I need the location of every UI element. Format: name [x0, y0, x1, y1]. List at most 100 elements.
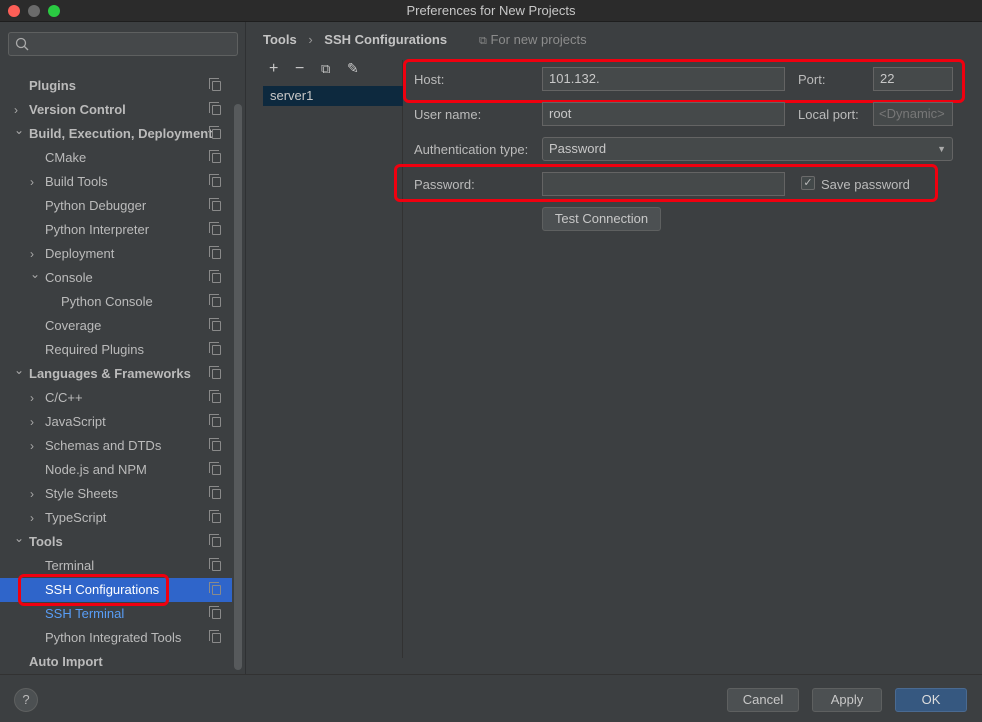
project-scope-icon [209, 102, 221, 115]
sidebar-item-python-integrated-tools[interactable]: Python Integrated Tools [0, 626, 232, 650]
sidebar-item-label: Schemas and DTDs [45, 438, 162, 453]
remove-icon[interactable]: − [295, 60, 304, 78]
sidebar-item-label: C/C++ [45, 390, 83, 405]
list-item-server1[interactable]: server1 [263, 86, 403, 106]
add-icon[interactable]: + [269, 60, 278, 78]
close-button[interactable] [8, 5, 20, 17]
project-scope-icon [209, 198, 221, 211]
main-panel: Tools › SSH Configurations ⧉ For new pro… [247, 22, 982, 674]
sidebar-item-auto-import[interactable]: Auto Import [0, 650, 232, 674]
chevron-right-icon[interactable]: › [30, 170, 34, 194]
sidebar-item-label: Python Debugger [45, 198, 147, 213]
project-scope-icon [209, 366, 221, 379]
project-scope-icon [209, 534, 221, 547]
copy-config-icon[interactable]: ⧉ [321, 61, 330, 77]
sidebar-item-label: Deployment [45, 246, 115, 261]
sidebar-item-label: TypeScript [45, 510, 107, 525]
scope-note: ⧉ For new projects [479, 32, 587, 48]
highlight-box-sidebar [18, 574, 169, 606]
sidebar-item-build-tools[interactable]: › Build Tools [0, 170, 232, 194]
title-bar: Preferences for New Projects [0, 0, 982, 22]
project-scope-icon [209, 270, 221, 283]
highlight-box-password [394, 164, 938, 202]
chevron-right-icon[interactable]: › [30, 410, 34, 434]
search-input[interactable] [8, 32, 238, 56]
footer: ? Cancel Apply OK [0, 674, 982, 722]
highlight-box-host [403, 59, 965, 103]
sidebar-item-build-execution-deployment[interactable]: ⌄ Build, Execution, Deployment [0, 122, 232, 146]
sidebar-item-languages-frameworks[interactable]: ⌄ Languages & Frameworks [0, 362, 232, 386]
auth-type-value: Password [549, 141, 607, 156]
project-scope-icon [209, 390, 221, 403]
sidebar-item-python-console[interactable]: Python Console [0, 290, 232, 314]
sidebar-item-label: Required Plugins [45, 342, 145, 357]
window-title: Preferences for New Projects [406, 3, 576, 18]
project-scope-icon [209, 558, 221, 571]
sidebar-item-label: Style Sheets [45, 486, 118, 501]
sidebar-item-c-c-[interactable]: › C/C++ [0, 386, 232, 410]
sidebar-item-console[interactable]: ⌄ Console [0, 266, 232, 290]
breadcrumb-parent[interactable]: Tools [263, 32, 297, 47]
sidebar-item-style-sheets[interactable]: › Style Sheets [0, 482, 232, 506]
sidebar-item-schemas-and-dtds[interactable]: › Schemas and DTDs [0, 434, 232, 458]
edit-icon[interactable]: ✎ [347, 60, 359, 77]
user-input[interactable]: root [542, 102, 785, 126]
sidebar-item-tools[interactable]: ⌄ Tools [0, 530, 232, 554]
project-scope-icon [209, 486, 221, 499]
breadcrumb: Tools › SSH Configurations [263, 32, 447, 47]
project-scope-icon [209, 462, 221, 475]
cancel-button[interactable]: Cancel [727, 688, 799, 712]
config-list-pane: + − ⧉ ✎ server1 [263, 60, 403, 658]
sidebar-item-typescript[interactable]: › TypeScript [0, 506, 232, 530]
sidebar-item-version-control[interactable]: › Version Control [0, 98, 232, 122]
sidebar-item-label: Version Control [29, 102, 126, 117]
project-scope-icon [209, 606, 221, 619]
auth-type-select[interactable]: Password ▼ [542, 137, 953, 161]
sidebar-item-required-plugins[interactable]: Required Plugins [0, 338, 232, 362]
test-connection-button[interactable]: Test Connection [542, 207, 661, 231]
project-scope-icon [209, 246, 221, 259]
sidebar-item-plugins[interactable]: Plugins [0, 74, 232, 98]
sidebar-item-label: CMake [45, 150, 87, 165]
sidebar-item-label: Languages & Frameworks [29, 366, 191, 381]
project-scope-icon [209, 78, 221, 91]
sidebar-item-python-interpreter[interactable]: Python Interpreter [0, 218, 232, 242]
sidebar-scrollbar[interactable] [234, 104, 242, 670]
sidebar-item-label: Console [45, 270, 93, 285]
sidebar-item-node-js-and-npm[interactable]: Node.js and NPM [0, 458, 232, 482]
project-scope-icon [209, 294, 221, 307]
sidebar-item-label: Build Tools [45, 174, 108, 189]
sidebar-item-javascript[interactable]: › JavaScript [0, 410, 232, 434]
chevron-right-icon[interactable]: › [30, 482, 34, 506]
sidebar-item-coverage[interactable]: Coverage [0, 314, 232, 338]
chevron-right-icon[interactable]: › [30, 434, 34, 458]
sidebar-item-cmake[interactable]: CMake [0, 146, 232, 170]
project-scope-icon [209, 414, 221, 427]
sidebar-item-label: Node.js and NPM [45, 462, 147, 477]
sidebar-item-label: Python Integrated Tools [45, 630, 182, 645]
auth-type-label: Authentication type: [414, 142, 529, 157]
sidebar-item-python-debugger[interactable]: Python Debugger [0, 194, 232, 218]
chevron-down-icon[interactable]: ⌄ [14, 526, 24, 550]
minimize-button[interactable] [28, 5, 40, 17]
local-port-input[interactable]: <Dynamic> [873, 102, 953, 126]
zoom-button[interactable] [48, 5, 60, 17]
help-button[interactable]: ? [14, 688, 38, 712]
project-scope-icon [209, 222, 221, 235]
user-label: User name: [414, 107, 482, 122]
sidebar-item-label: Python Console [61, 294, 153, 309]
apply-button[interactable]: Apply [812, 688, 882, 712]
chevron-right-icon[interactable]: › [30, 386, 34, 410]
sidebar-item-label: Auto Import [29, 654, 103, 669]
sidebar-item-label: Tools [29, 534, 63, 549]
local-port-label: Local port: [798, 107, 859, 122]
project-scope-icon [209, 438, 221, 451]
project-scope-icon [209, 318, 221, 331]
chevron-down-icon[interactable]: ⌄ [14, 118, 24, 142]
project-scope-icon [209, 510, 221, 523]
chevron-right-icon[interactable]: › [30, 506, 34, 530]
chevron-down-icon[interactable]: ⌄ [30, 262, 40, 286]
chevron-down-icon[interactable]: ⌄ [14, 358, 24, 382]
chevron-down-icon: ▼ [937, 144, 946, 154]
ok-button[interactable]: OK [895, 688, 967, 712]
